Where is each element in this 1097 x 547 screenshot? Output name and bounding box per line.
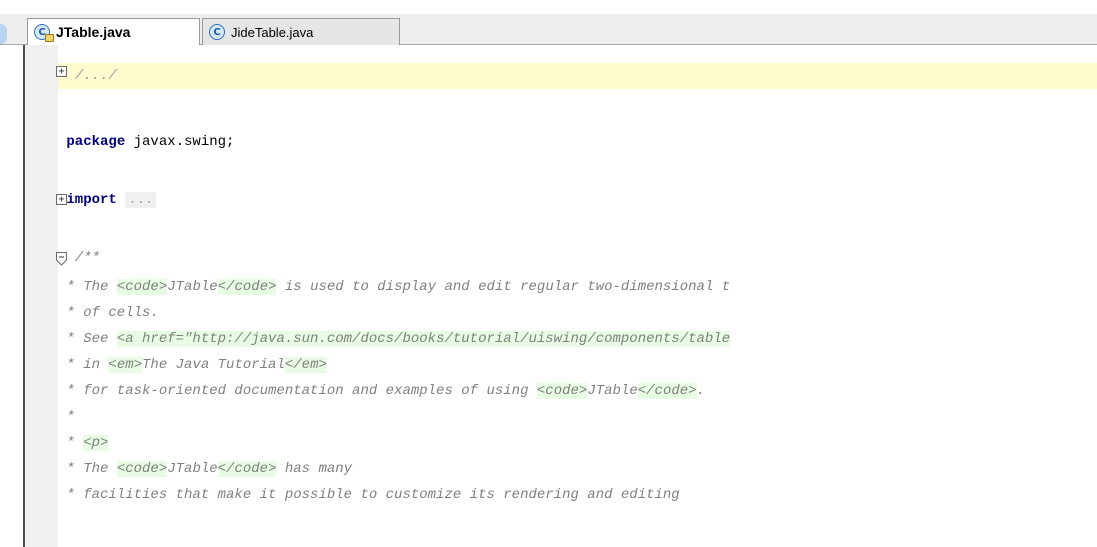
class-icon: C [209, 24, 225, 40]
editor-gutter [25, 45, 58, 547]
lock-icon [45, 34, 54, 42]
fold-expand-icon[interactable]: + [56, 66, 67, 77]
code-editor[interactable]: /.../ package javax.swing; import ... /*… [58, 45, 1097, 547]
code-line-11: * in <em>The Java Tutorial</em> [58, 357, 327, 373]
code-line-15: * The <code>JTable</code> has many [58, 461, 353, 477]
fold-expand-icon[interactable]: + [56, 194, 67, 205]
editor-tab-bar: C JTable.java C JideTable.java [0, 0, 1097, 45]
code-line-3: package javax.swing; [66, 134, 235, 150]
tab-bar-top-area [0, 0, 1097, 14]
tab-jtable-java[interactable]: C JTable.java [27, 18, 200, 45]
code-line-10: * See <a href="http://java.sun.com/docs/… [58, 331, 731, 347]
code-line-8: * The <code>JTable</code> is used to dis… [58, 279, 731, 295]
code-line-13: * [58, 409, 75, 425]
class-locked-icon: C [34, 24, 54, 42]
code-line-1: /.../ [58, 63, 1097, 89]
tab-jidetable-java[interactable]: C JideTable.java [202, 18, 400, 45]
window-edge-accent [0, 24, 7, 44]
code-line-9: * of cells. [58, 305, 159, 321]
code-line-14: * <p> [58, 435, 109, 451]
code-line-5: import ... [58, 187, 1097, 213]
code-line-16: * facilities that make it possible to cu… [58, 487, 680, 503]
code-line-12: * for task-oriented documentation and ex… [58, 383, 705, 399]
fold-collapse-icon[interactable] [56, 252, 67, 266]
tab-label: JTable.java [56, 24, 131, 40]
code-line-7: /** [74, 250, 101, 266]
tab-label: JideTable.java [231, 24, 314, 40]
